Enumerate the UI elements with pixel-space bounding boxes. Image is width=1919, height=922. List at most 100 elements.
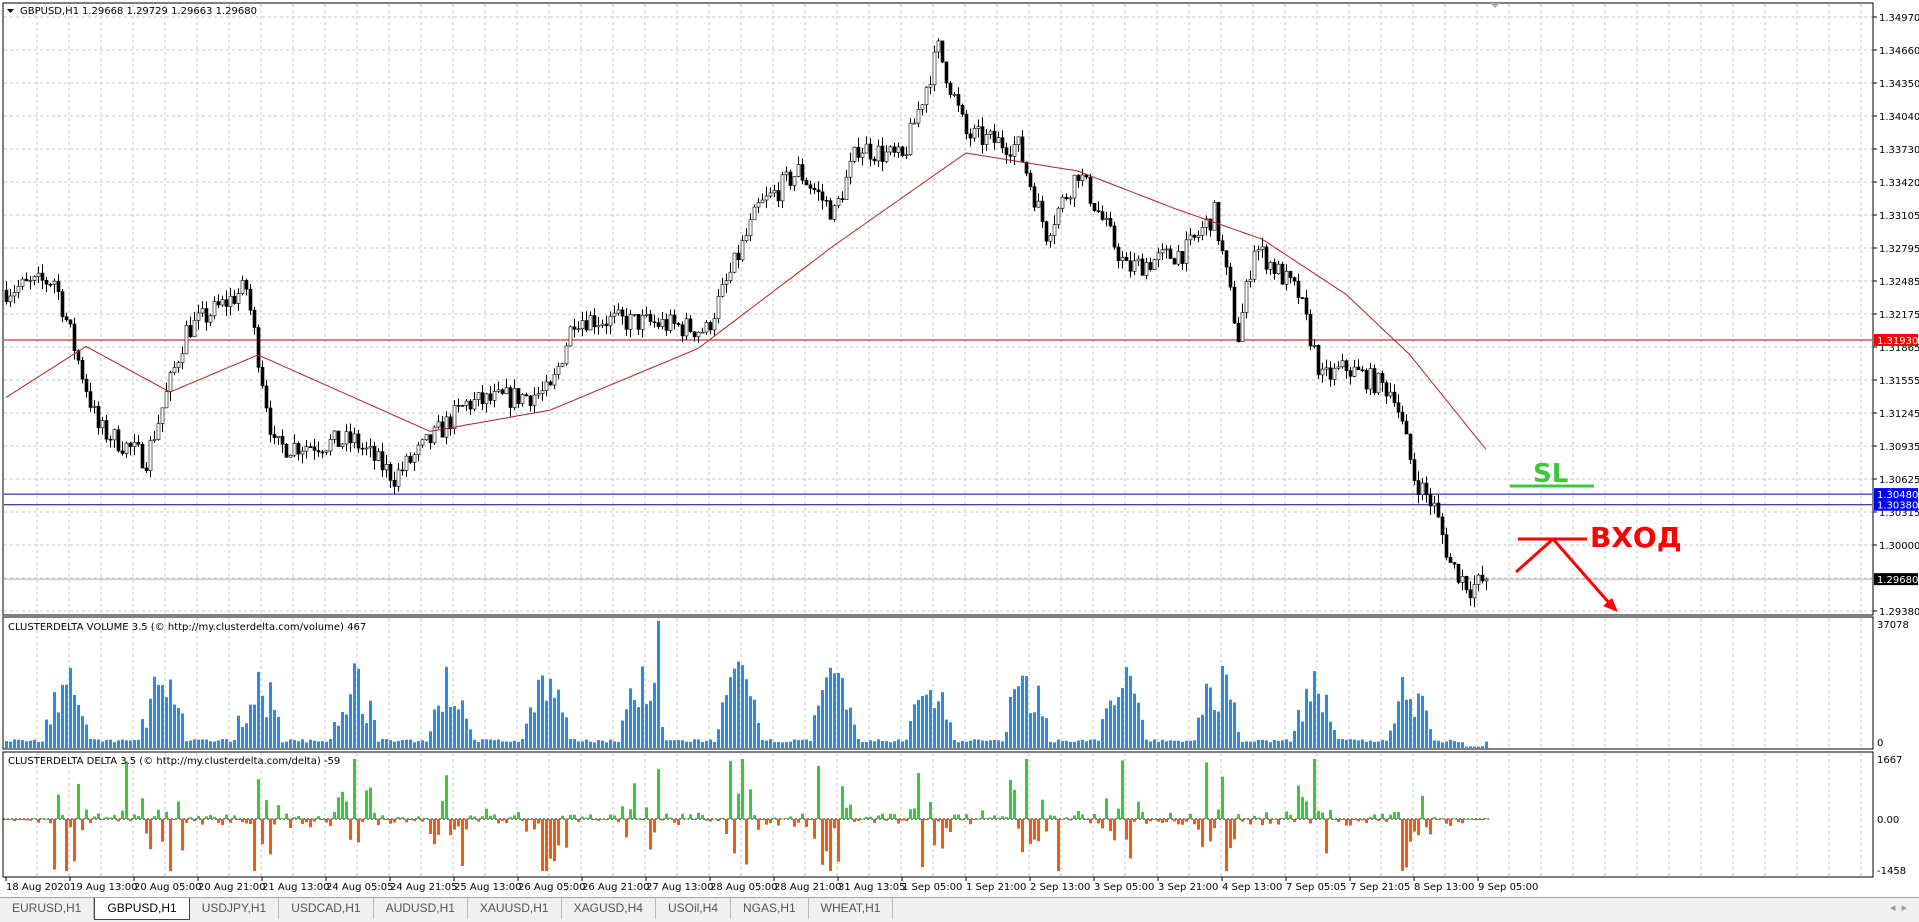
delta-bar-negative bbox=[377, 819, 380, 826]
volume-bar bbox=[81, 716, 84, 748]
volume-bar bbox=[941, 692, 944, 748]
volume-bar bbox=[157, 684, 160, 748]
volume-bar bbox=[309, 739, 312, 748]
candle-bull bbox=[444, 416, 449, 438]
volume-bar bbox=[41, 741, 44, 748]
tab-eurusd-h1[interactable]: EURUSD,H1 bbox=[0, 898, 95, 919]
volume-bar bbox=[149, 698, 152, 748]
tab-audusd-h1[interactable]: AUDUSD,H1 bbox=[374, 898, 468, 919]
volume-bar bbox=[269, 682, 272, 748]
delta-bar-negative bbox=[1229, 819, 1232, 849]
volume-bar bbox=[1233, 702, 1236, 748]
delta-bar-positive bbox=[397, 816, 400, 819]
volume-bar bbox=[725, 695, 728, 748]
delta-bar-positive bbox=[1013, 789, 1016, 819]
tab-usdjpy-h1[interactable]: USDJPY,H1 bbox=[190, 898, 280, 919]
candle-bull bbox=[12, 292, 17, 297]
delta-bar-positive bbox=[1169, 812, 1172, 819]
volume-bar bbox=[1161, 739, 1164, 748]
volume-bar bbox=[545, 700, 548, 748]
candle-bull bbox=[640, 315, 645, 330]
candle-bull bbox=[1268, 262, 1273, 270]
volume-bar bbox=[181, 713, 184, 748]
delta-bar-positive bbox=[957, 814, 960, 819]
candle-bull bbox=[1156, 252, 1161, 261]
candle-bear bbox=[336, 430, 341, 447]
volume-bar bbox=[729, 677, 732, 748]
volume-bar bbox=[797, 739, 800, 748]
candle-bull bbox=[1144, 262, 1149, 276]
tab-xagusd-h4[interactable]: XAGUSD,H4 bbox=[562, 898, 656, 919]
delta-bar-negative bbox=[461, 819, 464, 866]
time-tick-label: 24 Aug 21:05 bbox=[390, 882, 457, 893]
tab-usoil-h4[interactable]: USOil,H4 bbox=[656, 898, 731, 919]
delta-bar-positive bbox=[569, 814, 572, 819]
candle-bear bbox=[248, 288, 253, 311]
candle-bull bbox=[424, 434, 429, 441]
tab-xauusd-h1[interactable]: XAUUSD,H1 bbox=[468, 898, 562, 919]
volume-bar bbox=[953, 739, 956, 748]
candle-bull bbox=[596, 325, 601, 328]
volume-bar bbox=[229, 741, 232, 748]
delta-bar-negative bbox=[301, 819, 304, 824]
volume-bar bbox=[621, 720, 624, 748]
volume-bar bbox=[1213, 709, 1216, 748]
volume-bar bbox=[97, 739, 100, 748]
volume-bar bbox=[1305, 688, 1308, 748]
volume-bar bbox=[1093, 739, 1096, 748]
tab-wheat-h1[interactable]: WHEAT,H1 bbox=[809, 898, 894, 919]
delta-bar-positive bbox=[685, 818, 688, 820]
delta-bar-positive bbox=[1329, 809, 1332, 819]
volume-bar bbox=[37, 741, 40, 748]
volume-bar bbox=[57, 712, 60, 748]
delta-bar-positive bbox=[1245, 818, 1248, 820]
delta-bar-negative bbox=[761, 819, 764, 820]
candle-bear bbox=[1480, 574, 1485, 582]
volume-bar bbox=[897, 739, 900, 748]
tab-scroll-arrows[interactable]: ◂▸ bbox=[1890, 901, 1913, 914]
volume-bar bbox=[1365, 741, 1368, 748]
candle-bull bbox=[1388, 391, 1393, 397]
delta-bar-negative bbox=[677, 819, 680, 826]
candle-bull bbox=[696, 331, 701, 338]
entry-annotation: ВХОД bbox=[1590, 521, 1682, 554]
delta-bar-positive bbox=[609, 814, 612, 819]
candle-bear bbox=[1192, 234, 1197, 238]
volume-bar bbox=[785, 742, 788, 748]
volume-bar bbox=[1053, 742, 1056, 748]
candle-bull bbox=[1340, 360, 1345, 368]
tab-ngas-h1[interactable]: NGAS,H1 bbox=[731, 898, 809, 919]
volume-bar bbox=[637, 707, 640, 748]
tab-usdcad-h1[interactable]: USDCAD,H1 bbox=[279, 898, 374, 919]
price-tick-label: 1.34660 bbox=[1879, 46, 1919, 57]
candle-bear bbox=[244, 280, 249, 290]
delta-bar-positive bbox=[1053, 815, 1056, 819]
volume-bar bbox=[949, 722, 952, 748]
candle-bull bbox=[740, 240, 745, 261]
volume-bar bbox=[589, 741, 592, 748]
delta-bar-positive bbox=[1041, 799, 1044, 819]
tab-gbpusd-h1[interactable]: GBPUSD,H1 bbox=[94, 898, 190, 920]
candle-bear bbox=[48, 283, 53, 286]
delta-bar-positive bbox=[893, 814, 896, 819]
delta-bar-negative bbox=[545, 819, 548, 871]
delta-axis-max: 1667 bbox=[1877, 755, 1902, 766]
volume-bar bbox=[753, 699, 756, 748]
delta-bar-positive bbox=[1105, 798, 1108, 819]
delta-bar-positive bbox=[1433, 817, 1436, 819]
delta-bar-positive bbox=[729, 761, 732, 819]
volume-bar bbox=[1381, 739, 1384, 748]
chart-window[interactable]: GBPUSD,H1 1.29668 1.29729 1.29663 1.2968… bbox=[0, 0, 1919, 897]
delta-bar-negative bbox=[313, 819, 316, 822]
candle-bull bbox=[1136, 258, 1141, 262]
volume-bar bbox=[877, 739, 880, 748]
volume-bar bbox=[1049, 741, 1052, 748]
volume-bar bbox=[113, 742, 116, 748]
candle-bull bbox=[228, 295, 233, 307]
volume-bar bbox=[793, 739, 796, 748]
candle-bear bbox=[1296, 280, 1301, 298]
candle-bull bbox=[212, 301, 217, 317]
chart-ohlc: 1.29668 1.29729 1.29663 1.29680 bbox=[82, 6, 257, 17]
candle-bull bbox=[160, 407, 165, 424]
candle-bull bbox=[340, 443, 345, 447]
